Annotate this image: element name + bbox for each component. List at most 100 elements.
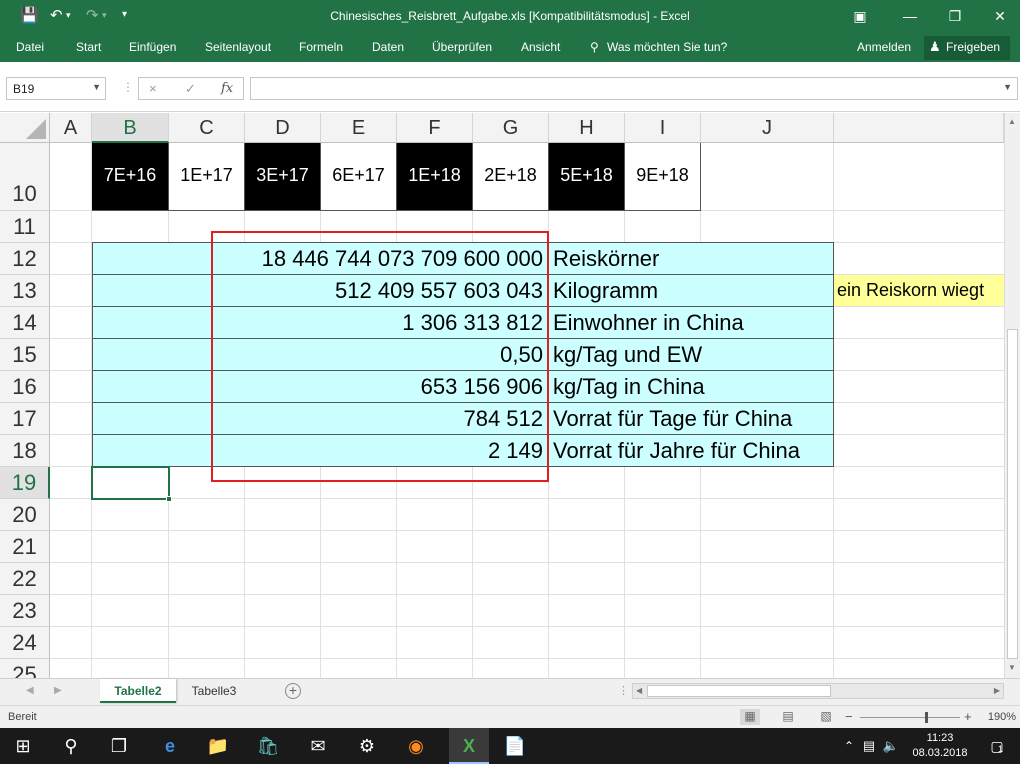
row-header-22[interactable]: 22 <box>0 563 50 595</box>
formula-input[interactable]: ▼ <box>250 77 1018 100</box>
taskbar-clock[interactable]: 11:23 08.03.2018 <box>905 731 975 761</box>
zoom-slider[interactable] <box>860 717 960 718</box>
restore-icon[interactable]: ❐ <box>940 5 970 27</box>
row-header-17[interactable]: 17 <box>0 403 50 435</box>
row-header-16[interactable]: 16 <box>0 371 50 403</box>
fill-handle[interactable] <box>166 496 172 502</box>
row-header-15[interactable]: 15 <box>0 339 50 371</box>
cell-d10[interactable]: 3E+17 <box>245 143 321 211</box>
volume-icon[interactable]: 🔈 <box>878 734 904 758</box>
row-header-24[interactable]: 24 <box>0 627 50 659</box>
store-icon[interactable]: 🛍 <box>255 734 281 758</box>
search-icon[interactable]: ⚲ <box>58 734 84 758</box>
table-label[interactable]: Vorrat für Tage für China <box>553 403 792 434</box>
row-header-19[interactable]: 19 <box>0 467 50 499</box>
cell-f10[interactable]: 1E+18 <box>397 143 473 211</box>
table-label[interactable]: kg/Tag und EW <box>553 339 702 370</box>
next-sheet-icon[interactable]: ▶ <box>54 685 62 696</box>
tab-start[interactable]: Start <box>76 40 101 54</box>
zoom-out-icon[interactable]: − <box>845 709 853 724</box>
tab-datei[interactable]: Datei <box>16 40 44 54</box>
excel-taskbar-button[interactable]: X <box>449 728 489 764</box>
row-header-11[interactable]: 11 <box>0 211 50 243</box>
cell-b10[interactable]: 7E+16 <box>92 143 169 211</box>
tab-daten[interactable]: Daten <box>372 40 404 54</box>
row-header-12[interactable]: 12 <box>0 243 50 275</box>
cell-i10[interactable]: 9E+18 <box>625 143 701 211</box>
zoom-in-icon[interactable]: + <box>964 709 972 724</box>
vertical-scrollbar[interactable]: ▲ ▼ <box>1004 113 1020 678</box>
select-all-corner[interactable] <box>0 113 50 143</box>
signin-link[interactable]: Anmelden <box>857 40 911 54</box>
zoom-level[interactable]: 190% <box>988 711 1016 723</box>
row-header-21[interactable]: 21 <box>0 531 50 563</box>
horizontal-scrollbar[interactable]: ◀ ▶ <box>632 683 1004 699</box>
column-header-g[interactable]: G <box>473 113 549 143</box>
horizontal-scroll-thumb[interactable] <box>647 685 831 697</box>
column-header-i[interactable]: I <box>625 113 701 143</box>
share-button[interactable]: ♟ Freigeben <box>924 36 1010 60</box>
name-box[interactable]: B19 ▼ <box>6 77 106 100</box>
firefox-icon[interactable]: ◉ <box>403 734 429 758</box>
tab-seitenlayout[interactable]: Seitenlayout <box>205 40 271 54</box>
splitter-dots-icon[interactable]: ⋮ <box>122 80 134 94</box>
column-header-e[interactable]: E <box>321 113 397 143</box>
scroll-right-icon[interactable]: ▶ <box>994 686 1000 695</box>
row-header-20[interactable]: 20 <box>0 499 50 531</box>
cell-h10[interactable]: 5E+18 <box>549 143 625 211</box>
add-sheet-icon[interactable]: + <box>285 683 301 699</box>
row-header-18[interactable]: 18 <box>0 435 50 467</box>
row-header-13[interactable]: 13 <box>0 275 50 307</box>
table-label[interactable]: Reiskörner <box>553 243 659 274</box>
notifications-icon[interactable]: ▢ <box>984 734 1010 758</box>
scroll-up-icon[interactable]: ▲ <box>1008 117 1016 126</box>
expand-formula-bar-icon[interactable]: ▼ <box>1003 82 1012 92</box>
mail-icon[interactable]: ✉ <box>305 734 331 758</box>
row-header-10[interactable]: 10 <box>0 143 50 211</box>
tab-ueberpruefen[interactable]: Überprüfen <box>432 40 492 54</box>
minimize-icon[interactable]: — <box>895 5 925 27</box>
chevron-down-icon[interactable]: ▼ <box>92 82 101 92</box>
table-label[interactable]: Einwohner in China <box>553 307 744 338</box>
settings-gear-icon[interactable]: ⚙ <box>354 734 380 758</box>
scroll-down-icon[interactable]: ▼ <box>1008 663 1016 672</box>
tab-einfuegen[interactable]: Einfügen <box>129 40 176 54</box>
tab-ansicht[interactable]: Ansicht <box>521 40 560 54</box>
column-header-f[interactable]: F <box>397 113 473 143</box>
column-header-a[interactable]: A <box>50 113 92 143</box>
row-header-14[interactable]: 14 <box>0 307 50 339</box>
page-layout-view-icon[interactable]: ▤ <box>778 709 798 725</box>
column-header-b[interactable]: B <box>92 113 169 143</box>
column-header-d[interactable]: D <box>245 113 321 143</box>
tell-me-search[interactable]: Was möchten Sie tun? <box>607 40 727 54</box>
vertical-scroll-thumb[interactable] <box>1007 329 1018 659</box>
edge-browser-icon[interactable]: e <box>157 734 183 758</box>
table-label[interactable]: kg/Tag in China <box>553 371 705 402</box>
sheet-tab-tabelle3[interactable]: Tabelle3 <box>178 679 250 703</box>
table-label[interactable]: Vorrat für Jahre für China <box>553 435 800 466</box>
column-header-h[interactable]: H <box>549 113 625 143</box>
windows-start-icon[interactable]: ⊞ <box>10 734 36 758</box>
selected-cell-b19[interactable] <box>91 466 172 502</box>
sheet-tab-tabelle2[interactable]: Tabelle2 <box>100 679 176 703</box>
cell-c10[interactable]: 1E+17 <box>169 143 245 211</box>
document-icon[interactable]: 📄 <box>502 734 528 758</box>
close-icon[interactable]: ✕ <box>985 5 1015 27</box>
tab-splitter-icon[interactable]: ⋮ <box>618 684 629 697</box>
column-header-j[interactable]: J <box>701 113 834 143</box>
scroll-left-icon[interactable]: ◀ <box>636 686 642 695</box>
file-explorer-icon[interactable]: 📁 <box>205 734 231 758</box>
page-break-view-icon[interactable]: ▧ <box>816 709 836 725</box>
zoom-slider-thumb[interactable] <box>925 712 928 723</box>
cell-g10[interactable]: 2E+18 <box>473 143 549 211</box>
task-view-icon[interactable]: ❐ <box>106 734 132 758</box>
insert-function-icon[interactable]: fx <box>221 81 233 96</box>
normal-view-icon[interactable]: ▦ <box>740 709 760 725</box>
table-label[interactable]: Kilogramm <box>553 275 658 306</box>
column-header-c[interactable]: C <box>169 113 245 143</box>
spreadsheet-grid[interactable]: A B C D E F G H I J 10 11 12 13 14 15 16 17 18 19 20 21 22 23 24… <box>0 113 1004 678</box>
enter-icon[interactable]: ✓ <box>185 81 196 97</box>
prev-sheet-icon[interactable]: ◀ <box>26 685 34 696</box>
cell-e10[interactable]: 6E+17 <box>321 143 397 211</box>
row-header-25[interactable]: 25 <box>0 659 50 678</box>
